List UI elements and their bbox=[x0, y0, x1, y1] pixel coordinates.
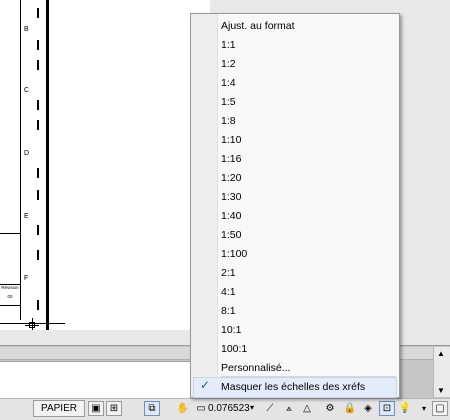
maximize-viewport-icon[interactable]: ⧉ bbox=[144, 401, 160, 416]
drawing-sheet: B C D E F Révision 00 bbox=[0, 0, 210, 330]
layout-icon[interactable]: ▣ bbox=[88, 401, 104, 416]
annotation-scale-icon[interactable]: ▭ bbox=[193, 401, 209, 416]
revision-value: 00 bbox=[7, 294, 13, 299]
hand-icon[interactable]: ✋ bbox=[175, 401, 191, 416]
paper-space-button[interactable]: PAPIER bbox=[33, 400, 85, 417]
lightbulb-icon[interactable]: 💡 bbox=[397, 401, 413, 416]
scroll-down-icon[interactable]: ▼ bbox=[437, 386, 445, 395]
annotation-scale-value[interactable]: 0.076523 bbox=[208, 403, 250, 414]
lock-icon[interactable]: 🔒 bbox=[342, 401, 358, 416]
revision-label: Révision bbox=[1, 285, 19, 290]
menu-item-1-16[interactable]: 1:16 bbox=[221, 150, 241, 169]
menu-arrow-icon[interactable]: ▾ bbox=[422, 404, 426, 413]
zone-letter-e: E bbox=[24, 213, 29, 220]
sheet-border-thick bbox=[46, 0, 49, 330]
menu-item-1-2[interactable]: 1:2 bbox=[221, 55, 236, 74]
annotation-visibility-icon[interactable]: ⟋ bbox=[262, 401, 278, 416]
menu-item-1-1[interactable]: 1:1 bbox=[221, 36, 236, 55]
menu-item-10-1[interactable]: 10:1 bbox=[221, 321, 241, 340]
chevron-down-icon[interactable]: ▾ bbox=[250, 403, 254, 412]
menu-item-fit[interactable]: Ajust. au format bbox=[221, 17, 295, 36]
zone-letter-d: D bbox=[24, 150, 30, 157]
scroll-up-icon[interactable]: ▲ bbox=[437, 349, 445, 358]
menu-item-4-1[interactable]: 4:1 bbox=[221, 283, 236, 302]
auto-scale-icon[interactable]: ⟑ bbox=[281, 401, 297, 416]
menu-item-2-1[interactable]: 2:1 bbox=[221, 264, 236, 283]
menu-gutter bbox=[191, 14, 218, 397]
menu-item-1-5[interactable]: 1:5 bbox=[221, 93, 236, 112]
menu-item-1-40[interactable]: 1:40 bbox=[221, 207, 241, 226]
zone-letter-b: B bbox=[24, 26, 29, 33]
isolate-icon[interactable]: ⊡ bbox=[379, 401, 395, 416]
workspace-gear-icon[interactable]: ⚙ bbox=[322, 401, 338, 416]
command-scrollbar[interactable]: ▲ ▼ bbox=[433, 347, 450, 397]
crosshair-box bbox=[29, 322, 35, 328]
menu-item-hide-xref-scales[interactable]: Masquer les échelles des xréfs bbox=[221, 378, 365, 397]
checkmark-icon: ✓ bbox=[200, 378, 211, 392]
menu-item-1-20[interactable]: 1:20 bbox=[221, 169, 241, 188]
menu-item-1-50[interactable]: 1:50 bbox=[221, 226, 241, 245]
sheet-border-inner bbox=[20, 0, 21, 320]
title-block-revision: Révision 00 bbox=[0, 283, 20, 306]
menu-item-1-4[interactable]: 1:4 bbox=[221, 74, 236, 93]
scale-menu: Ajust. au format 1:1 1:2 1:4 1:5 1:8 1:1… bbox=[190, 13, 400, 398]
zone-letter-f: F bbox=[24, 275, 29, 282]
menu-item-1-100[interactable]: 1:100 bbox=[221, 245, 247, 264]
status-bar: PAPIER ▣ ⊞ ⧉ ✋ ▭ 0.076523 ▾ ⟋ ⟑ △ ⚙ 🔒 ◈ … bbox=[0, 398, 450, 420]
hardware-accel-icon[interactable]: ◈ bbox=[360, 401, 376, 416]
title-block-cell bbox=[0, 233, 20, 285]
fullscreen-icon[interactable]: ▢ bbox=[432, 401, 448, 416]
viewport-icon[interactable]: ⊞ bbox=[106, 401, 122, 416]
menu-item-100-1[interactable]: 100:1 bbox=[221, 340, 247, 359]
zone-letter-c: C bbox=[24, 87, 30, 94]
menu-item-1-10[interactable]: 1:10 bbox=[221, 131, 241, 150]
triangle-icon[interactable]: △ bbox=[299, 401, 315, 416]
menu-item-1-8[interactable]: 1:8 bbox=[221, 112, 236, 131]
menu-item-8-1[interactable]: 8:1 bbox=[221, 302, 236, 321]
menu-item-1-30[interactable]: 1:30 bbox=[221, 188, 241, 207]
